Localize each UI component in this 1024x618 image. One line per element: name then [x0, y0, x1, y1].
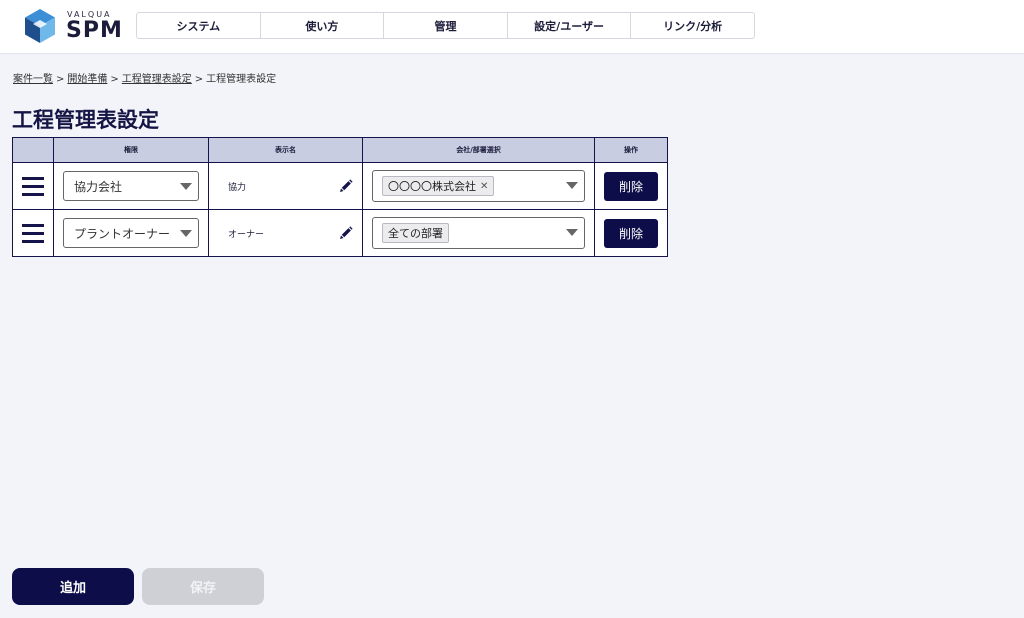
- logo[interactable]: VALQUA SPM: [23, 8, 123, 46]
- pencil-icon[interactable]: [339, 226, 353, 240]
- company-dept-multiselect[interactable]: 〇〇〇〇株式会社 ✕: [372, 170, 585, 202]
- breadcrumb-link-project-list[interactable]: 案件一覧: [13, 74, 53, 85]
- role-select-value: 協力会社: [74, 179, 123, 194]
- company-tag-label: 〇〇〇〇株式会社: [388, 180, 476, 193]
- column-header-company-dept: 会社/部署選択: [362, 137, 595, 163]
- actions-cell: 削除: [594, 162, 668, 210]
- nav-item-management[interactable]: 管理: [384, 13, 508, 38]
- column-header-display-name: 表示名: [208, 137, 363, 163]
- table-header-row: 権限 表示名 会社/部署選択 操作: [12, 137, 668, 163]
- display-name-text: オーナー: [228, 229, 265, 240]
- company-dept-multiselect[interactable]: 全ての部署: [372, 217, 585, 249]
- role-select[interactable]: プラントオーナー: [63, 218, 199, 248]
- caret-down-icon: [180, 230, 192, 237]
- display-name-cell: オーナー: [208, 209, 363, 257]
- display-name-text: 協力: [228, 182, 247, 193]
- breadcrumb-current: 工程管理表設定: [206, 74, 277, 85]
- company-dept-cell: 〇〇〇〇株式会社 ✕: [362, 162, 595, 210]
- close-icon[interactable]: ✕: [480, 181, 488, 192]
- drag-cell: [12, 162, 54, 210]
- column-header-drag: [12, 137, 54, 163]
- column-header-actions: 操作: [594, 137, 668, 163]
- caret-down-icon: [180, 183, 192, 190]
- delete-button[interactable]: 削除: [604, 171, 658, 201]
- role-select-value: プラントオーナー: [74, 226, 171, 241]
- page-title: 工程管理表設定: [12, 108, 159, 132]
- nav-item-links-analysis[interactable]: リンク/分析: [631, 13, 754, 38]
- breadcrumb-separator: >: [110, 74, 119, 85]
- company-dept-cell: 全ての部署: [362, 209, 595, 257]
- top-bar: VALQUA SPM システム 使い方 管理 設定/ユーザー リンク/分析: [0, 0, 1024, 54]
- column-header-role: 権限: [53, 137, 209, 163]
- company-tag: 〇〇〇〇株式会社 ✕: [382, 176, 495, 196]
- nav-item-usage[interactable]: 使い方: [261, 13, 385, 38]
- add-button[interactable]: 追加: [12, 568, 134, 605]
- breadcrumb-link-schedule-settings[interactable]: 工程管理表設定: [122, 74, 192, 85]
- role-cell: 協力会社: [53, 162, 209, 210]
- hamburger-icon[interactable]: [22, 176, 44, 196]
- actions-cell: 削除: [594, 209, 668, 257]
- display-name-cell: 協力: [208, 162, 363, 210]
- caret-down-icon: [566, 182, 578, 189]
- logo-wordmark: SPM: [66, 18, 123, 43]
- breadcrumb: 案件一覧 > 開始準備 > 工程管理表設定 > 工程管理表設定: [13, 70, 276, 85]
- breadcrumb-separator: >: [56, 74, 65, 85]
- table-row: プラントオーナー オーナー 全ての部署 削除: [12, 209, 668, 257]
- caret-down-icon: [566, 229, 578, 236]
- cube-logo-icon: [25, 9, 55, 43]
- delete-button[interactable]: 削除: [604, 218, 658, 248]
- role-select[interactable]: 協力会社: [63, 171, 199, 201]
- pencil-icon[interactable]: [339, 179, 353, 193]
- save-button[interactable]: 保存: [142, 568, 264, 605]
- table-row: 協力会社 協力 〇〇〇〇株式会社 ✕ 削除: [12, 162, 668, 210]
- nav-item-system[interactable]: システム: [137, 13, 261, 38]
- breadcrumb-separator: >: [194, 74, 204, 85]
- breadcrumb-link-start-prep[interactable]: 開始準備: [67, 74, 107, 85]
- department-tag-label: 全ての部署: [388, 227, 443, 240]
- hamburger-icon[interactable]: [22, 223, 44, 243]
- department-tag: 全ての部署: [382, 223, 449, 243]
- permissions-table: 権限 表示名 会社/部署選択 操作 協力会社 協力 〇〇〇〇株式会社 ✕ 削除 …: [12, 137, 668, 257]
- role-cell: プラントオーナー: [53, 209, 209, 257]
- nav-item-settings-users[interactable]: 設定/ユーザー: [508, 13, 632, 38]
- drag-cell: [12, 209, 54, 257]
- main-nav: システム 使い方 管理 設定/ユーザー リンク/分析: [136, 12, 755, 39]
